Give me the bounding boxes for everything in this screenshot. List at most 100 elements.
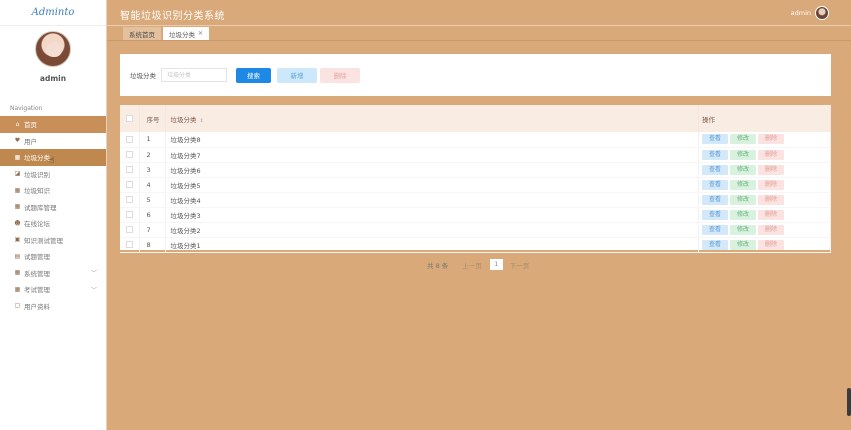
sidebar-item-8[interactable]: ▤ 试题管理 [0, 248, 106, 265]
row-actions: 查看 修改 删除 [698, 222, 831, 238]
search-input[interactable] [161, 68, 227, 82]
header-avatar[interactable] [815, 6, 829, 20]
table-row[interactable]: 5 垃圾分类4 查看 修改 删除 [120, 192, 831, 208]
edit-button[interactable]: 修改 [730, 164, 756, 175]
select-all-cell[interactable] [120, 105, 140, 132]
sidebar-username: admin [39, 74, 67, 83]
page-number-button[interactable]: 1 [489, 259, 503, 270]
sidebar-item-6[interactable]: ☻ 在线论坛 [0, 215, 106, 232]
edit-button[interactable]: 修改 [730, 134, 756, 145]
view-button[interactable]: 查看 [702, 239, 728, 250]
sidebar-item-1[interactable]: ♥ 用户 [0, 133, 106, 150]
edit-button[interactable]: 修改 [730, 224, 756, 235]
next-page-button[interactable]: 下一页 [510, 260, 530, 270]
delete-button[interactable]: 删除 [758, 224, 784, 235]
delete-button[interactable]: 删除 [758, 134, 784, 145]
row-check-cell[interactable] [120, 162, 140, 178]
grid-icon: ▦ [14, 186, 21, 194]
sidebar-item-0[interactable]: ⌂ 首页 [0, 116, 106, 133]
table-row[interactable]: 6 垃圾分类3 查看 修改 删除 [120, 207, 831, 223]
prev-page-button[interactable]: 上一页 [462, 260, 482, 270]
edit-button[interactable]: 修改 [730, 194, 756, 205]
table-row[interactable]: 1 垃圾分类8 查看 修改 删除 [120, 132, 831, 148]
add-button[interactable]: 新增 [277, 67, 317, 83]
user-pin-icon: ♥ [14, 137, 21, 145]
delete-button[interactable]: 删除 [758, 209, 784, 220]
row-checkbox[interactable] [125, 135, 133, 143]
row-check-cell[interactable] [120, 177, 140, 193]
tab-1[interactable]: 垃圾分类 ✕ [163, 27, 210, 40]
row-checkbox[interactable] [125, 196, 133, 203]
search-panel: 垃圾分类 搜索 新增 删除 [120, 54, 831, 96]
row-actions: 查看 修改 删除 [698, 237, 831, 253]
sidebar-item-label: 用户 [24, 137, 37, 146]
table-row[interactable]: 8 垃圾分类1 查看 修改 删除 [120, 237, 831, 253]
edit-button[interactable]: 修改 [730, 239, 756, 250]
row-check-cell[interactable] [120, 237, 140, 253]
table-row[interactable]: 3 垃圾分类6 查看 修改 删除 [120, 162, 831, 178]
sidebar-item-3[interactable]: ◪ 垃圾识别 [0, 166, 106, 183]
tab-label: 系统首页 [129, 30, 155, 39]
row-checkbox[interactable] [125, 166, 133, 173]
grid-icon: ▦ [14, 203, 21, 211]
search-button[interactable]: 搜索 [236, 67, 271, 83]
chevron-down-icon[interactable]: ﹀ [91, 285, 97, 294]
sidebar-item-11[interactable]: ▢ 用户资料 [0, 298, 106, 315]
sidebar-item-label: 垃圾识别 [24, 170, 50, 179]
header-username[interactable]: admin [791, 9, 811, 17]
delete-button[interactable]: 删除 [758, 239, 784, 250]
view-button[interactable]: 查看 [702, 179, 728, 190]
home-icon: ⌂ [15, 120, 20, 128]
tab-close-icon[interactable]: ✕ [198, 30, 203, 37]
table-row[interactable]: 4 垃圾分类5 查看 修改 删除 [120, 177, 831, 193]
app-title: 智能垃圾识别分类系统 [120, 11, 225, 22]
view-button[interactable]: 查看 [702, 194, 728, 205]
row-check-cell[interactable] [120, 207, 140, 223]
row-name: 垃圾分类1 [165, 237, 699, 253]
row-name: 垃圾分类2 [165, 222, 699, 238]
chevron-down-icon[interactable]: ﹀ [91, 268, 97, 277]
view-button[interactable]: 查看 [702, 209, 728, 220]
app-logo[interactable]: Adminto [0, 0, 106, 26]
row-index: 1 [139, 132, 166, 148]
table-body: 1 垃圾分类8 查看 修改 删除 2 垃圾分类7 查看 修改 删除 3 垃圾分类6 查看 修改 删除 4 垃圾分… [120, 132, 831, 253]
row-index: 6 [139, 207, 166, 223]
delete-button[interactable]: 删除 [758, 179, 784, 190]
edit-button[interactable]: 修改 [730, 149, 756, 160]
sidebar-item-5[interactable]: ▦ 试题库管理 [0, 199, 106, 216]
batch-delete-button[interactable]: 删除 [320, 67, 360, 83]
sidebar-item-10[interactable]: ▦ 考试管理 ﹀ [0, 281, 106, 298]
sidebar-item-4[interactable]: ▦ 垃圾知识 [0, 182, 106, 199]
edit-button[interactable]: 修改 [730, 179, 756, 190]
row-check-cell[interactable] [120, 192, 140, 208]
row-check-cell[interactable] [120, 222, 140, 238]
row-checkbox[interactable] [125, 211, 133, 218]
sidebar-item-7[interactable]: ▣ 知识测试管理 [0, 232, 106, 249]
table-row[interactable]: 7 垃圾分类2 查看 修改 删除 [120, 222, 831, 238]
scrollbar[interactable] [847, 388, 851, 416]
row-check-cell[interactable] [120, 147, 140, 163]
table-row[interactable]: 2 垃圾分类7 查看 修改 删除 [120, 147, 831, 163]
header-name[interactable]: 垃圾分类 ⇕ [165, 105, 699, 132]
row-checkbox[interactable] [125, 181, 133, 188]
delete-button[interactable]: 删除 [758, 194, 784, 205]
delete-button[interactable]: 删除 [758, 164, 784, 175]
sort-icon[interactable]: ⇕ [200, 118, 204, 124]
sidebar-item-9[interactable]: ▦ 系统管理 ﹀ [0, 265, 106, 282]
row-checkbox[interactable] [125, 241, 133, 248]
edit-button[interactable]: 修改 [730, 209, 756, 220]
view-button[interactable]: 查看 [702, 224, 728, 235]
sidebar-item-label: 试题库管理 [24, 203, 57, 212]
view-button[interactable]: 查看 [702, 164, 728, 175]
row-checkbox[interactable] [125, 151, 133, 158]
row-checkbox[interactable] [125, 226, 133, 233]
calendar-icon: ▢ [14, 302, 21, 310]
view-button[interactable]: 查看 [702, 134, 728, 145]
user-avatar[interactable] [35, 31, 71, 67]
view-button[interactable]: 查看 [702, 149, 728, 160]
row-check-cell[interactable] [120, 132, 140, 148]
tab-0[interactable]: 系统首页 [123, 27, 161, 40]
delete-button[interactable]: 删除 [758, 149, 784, 160]
table-header-row: 序号 垃圾分类 ⇕ 操作 [120, 105, 831, 132]
select-all-checkbox[interactable] [125, 115, 133, 122]
